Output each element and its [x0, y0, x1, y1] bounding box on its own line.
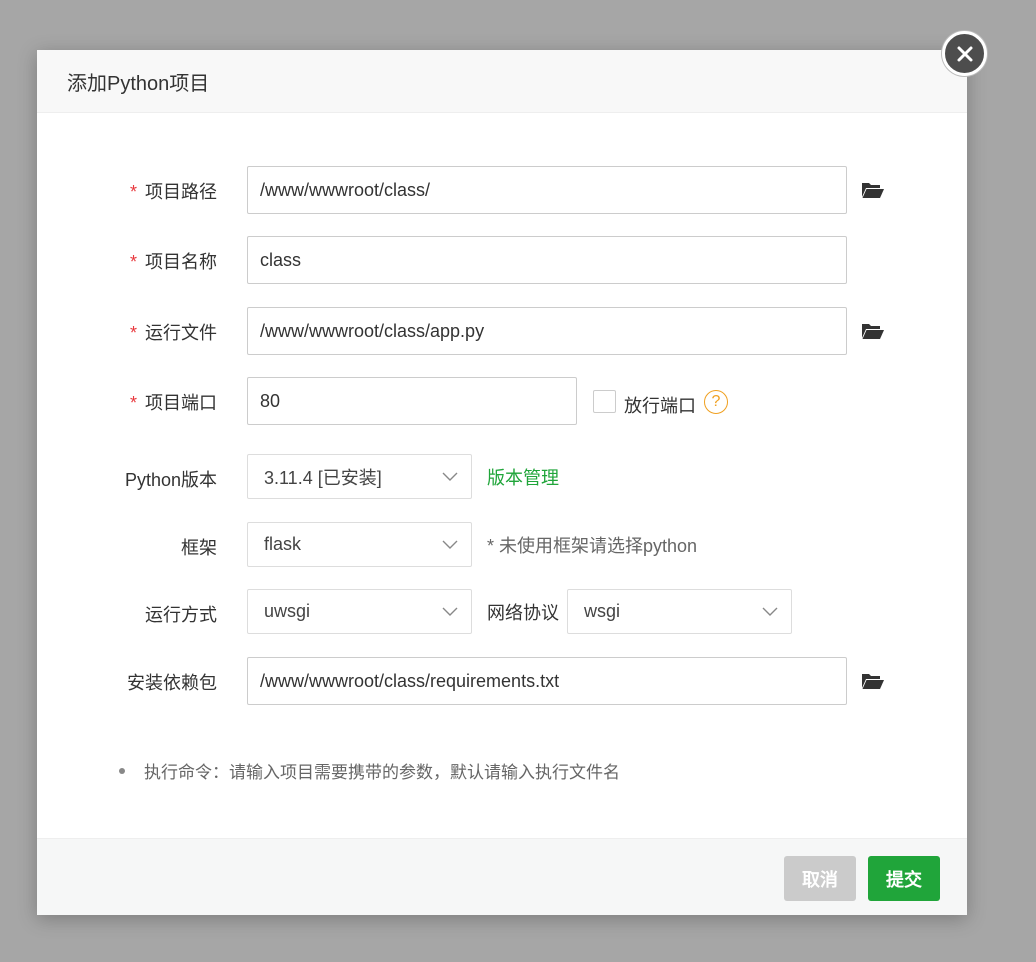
protocol-selected: wsgi [584, 601, 621, 621]
folder-open-icon[interactable] [861, 321, 885, 341]
run-mode-label: 运行方式 [145, 605, 217, 625]
run-file-row: * 运行文件 [37, 307, 967, 355]
close-button[interactable] [942, 31, 987, 76]
required-mark: * [129, 252, 137, 272]
requirements-input[interactable] [247, 657, 847, 705]
run-mode-selected: uwsgi [264, 601, 311, 621]
project-name-input[interactable] [247, 236, 847, 284]
cancel-button[interactable]: 取消 [784, 856, 856, 901]
python-version-selected: 3.11.4 [已安装] [264, 467, 382, 488]
protocol-label: 网络协议 [487, 603, 559, 623]
project-name-label: * 项目名称 [130, 248, 217, 274]
chevron-down-icon [442, 540, 458, 549]
framework-label: 框架 [181, 538, 217, 558]
help-icon[interactable]: ? [704, 390, 728, 414]
open-port-label[interactable]: 放行端口 [624, 392, 696, 418]
chevron-down-icon [442, 607, 458, 616]
python-version-row: Python版本 3.11.4 [已安装] 版本管理 [37, 454, 967, 499]
required-mark: * [129, 323, 137, 343]
run-mode-select[interactable]: uwsgi [247, 589, 472, 634]
dialog-title: 添加Python项目 [67, 72, 210, 95]
bullet-icon [119, 767, 125, 774]
python-version-label: Python版本 [124, 470, 217, 490]
protocol-select[interactable]: wsgi [567, 589, 792, 634]
project-path-row: * 项目路径 [37, 166, 967, 214]
open-port-checkbox[interactable] [593, 390, 616, 413]
close-icon [957, 46, 972, 61]
required-mark: * [129, 393, 137, 413]
chevron-down-icon [442, 472, 458, 481]
project-name-row: * 项目名称 [37, 236, 967, 284]
requirements-row: 安装依赖包 [37, 657, 967, 705]
run-file-label: * 运行文件 [130, 319, 217, 345]
tip-list-item: 执行命令：请输入项目需要携带的参数，默认请输入执行文件名 [119, 758, 620, 783]
framework-hint: * 未使用框架请选择python [487, 536, 698, 556]
run-mode-row: 运行方式 uwsgi 网络协议 wsgi [37, 589, 967, 634]
framework-select[interactable]: flask [247, 522, 472, 567]
folder-open-icon[interactable] [861, 671, 885, 691]
project-port-row: * 项目端口 放行端口 ? [37, 377, 967, 425]
project-path-input[interactable] [247, 166, 847, 214]
project-port-label-text: 项目端口 [145, 393, 217, 413]
python-version-select[interactable]: 3.11.4 [已安装] [247, 454, 472, 499]
project-name-label-text: 项目名称 [145, 252, 217, 272]
submit-button[interactable]: 提交 [868, 856, 940, 901]
version-manage-link[interactable]: 版本管理 [487, 464, 559, 490]
project-path-label-text: 项目路径 [145, 182, 217, 202]
framework-row: 框架 flask * 未使用框架请选择python [37, 522, 967, 567]
folder-open-icon[interactable] [861, 180, 885, 200]
dialog-header: 添加Python项目 [37, 50, 967, 113]
tip-text: 执行命令：请输入项目需要携带的参数，默认请输入执行文件名 [144, 763, 620, 782]
dialog-footer: 取消 提交 [37, 838, 967, 915]
project-port-input[interactable] [247, 377, 577, 425]
run-file-input[interactable] [247, 307, 847, 355]
chevron-down-icon [762, 607, 778, 616]
requirements-label: 安装依赖包 [127, 673, 217, 693]
framework-selected: flask [264, 534, 302, 554]
project-port-label: * 项目端口 [130, 389, 217, 415]
run-file-label-text: 运行文件 [145, 323, 217, 343]
required-mark: * [129, 182, 137, 202]
add-python-project-dialog: 添加Python项目 * 项目路径 * 项目名称 * 运行文件 * 项目端口 放行端口 … [37, 50, 967, 915]
project-path-label: * 项目路径 [130, 178, 217, 204]
